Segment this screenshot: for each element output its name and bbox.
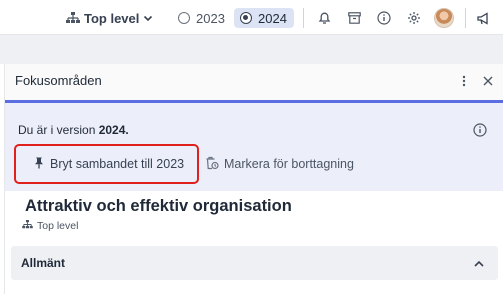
year-option-2023[interactable]: 2023 bbox=[172, 8, 231, 28]
year-option-2024[interactable]: 2024 bbox=[234, 8, 294, 28]
background-band bbox=[0, 34, 503, 64]
version-prefix: Du är i version bbox=[18, 123, 99, 137]
mark-for-deletion-button[interactable]: Markera för borttagning bbox=[205, 149, 354, 179]
info-icon[interactable] bbox=[473, 123, 487, 137]
section-general[interactable]: Allmänt bbox=[11, 246, 498, 280]
level-label: Top level bbox=[84, 10, 140, 26]
radio-button[interactable] bbox=[178, 12, 190, 24]
version-notice: Du är i version 2024. Bryt sambandet til… bbox=[5, 103, 503, 191]
panel-title: Fokusområden bbox=[15, 73, 102, 88]
chevron-up-icon[interactable] bbox=[473, 257, 485, 269]
focus-areas-panel: Fokusområden Du är i version 2024. Bryt … bbox=[4, 64, 503, 294]
megaphone-icon[interactable] bbox=[476, 10, 492, 26]
mark-label: Markera för borttagning bbox=[224, 157, 354, 171]
highlight-annotation bbox=[14, 144, 199, 184]
version-text: Du är i version 2024. bbox=[18, 123, 129, 137]
more-vertical-icon[interactable] bbox=[457, 74, 471, 88]
gear-icon[interactable] bbox=[406, 10, 422, 26]
top-bar: Top level 2023 2024 bbox=[0, 0, 503, 34]
chevron-down-icon bbox=[143, 13, 153, 23]
info-icon[interactable] bbox=[376, 10, 392, 26]
hierarchy-icon bbox=[66, 12, 80, 24]
avatar[interactable] bbox=[434, 8, 454, 28]
radio-button-selected[interactable] bbox=[240, 12, 252, 24]
bell-icon[interactable] bbox=[316, 10, 332, 26]
focus-area-level: Top level bbox=[22, 220, 78, 232]
trash-clock-icon bbox=[205, 156, 219, 173]
archive-icon[interactable] bbox=[346, 10, 362, 26]
level-selector[interactable]: Top level bbox=[66, 9, 153, 27]
section-label: Allmänt bbox=[21, 256, 66, 270]
version-year: 2024. bbox=[98, 123, 129, 137]
close-icon[interactable] bbox=[481, 74, 495, 88]
level-label: Top level bbox=[37, 220, 79, 232]
divider bbox=[465, 8, 466, 28]
year-label: 2024 bbox=[258, 10, 287, 26]
divider bbox=[303, 8, 304, 28]
panel-header: Fokusområden bbox=[5, 64, 503, 100]
year-label: 2023 bbox=[196, 10, 225, 26]
focus-area-title: Attraktiv och effektiv organisation bbox=[25, 197, 292, 215]
hierarchy-icon bbox=[22, 220, 33, 232]
